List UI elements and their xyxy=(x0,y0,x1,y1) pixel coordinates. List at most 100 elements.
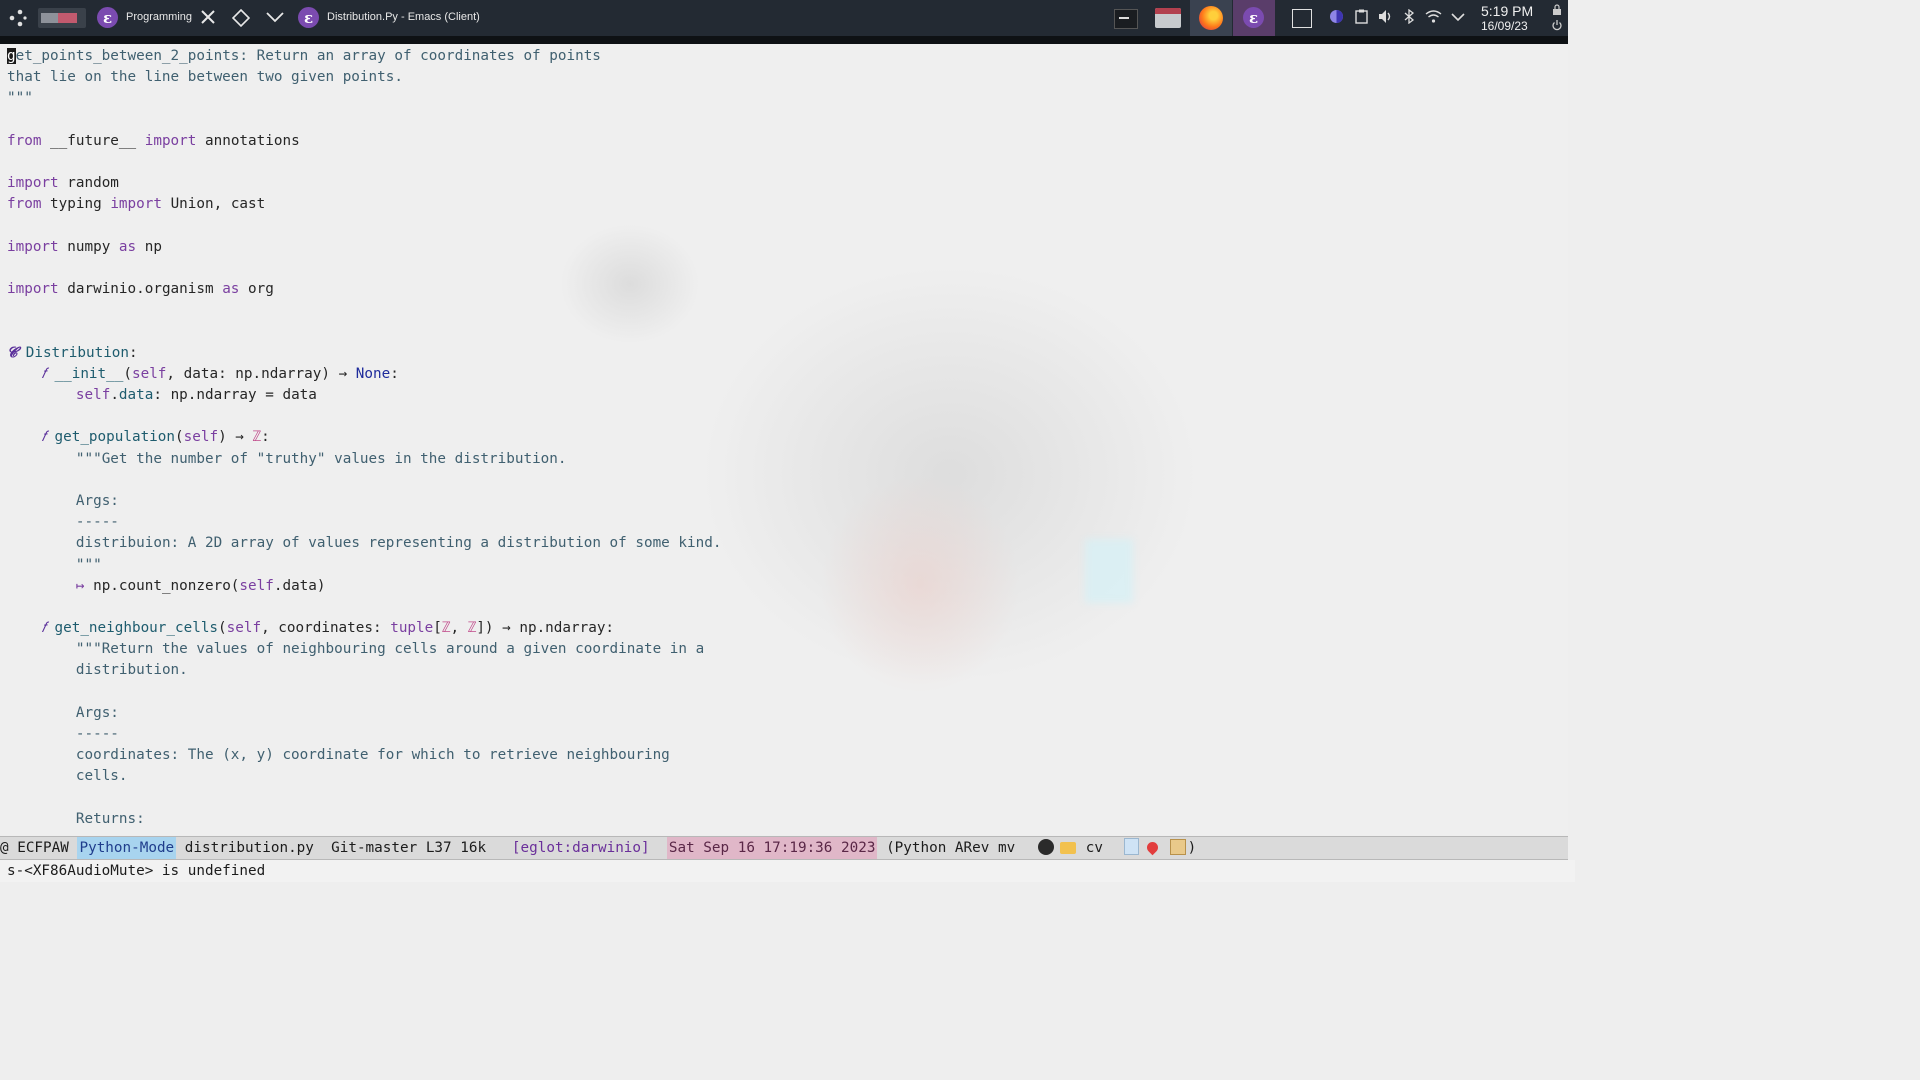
code-line[interactable] xyxy=(7,321,721,342)
code-line[interactable]: ----- xyxy=(7,512,721,533)
code-token: Union, cast xyxy=(161,196,266,213)
clock-date[interactable]: 16/09/23 xyxy=(1481,19,1528,33)
code-token: get_neighbour_cells xyxy=(54,620,219,637)
code-line[interactable]: import numpy as np xyxy=(7,237,721,258)
pager-desktop-2[interactable] xyxy=(58,13,77,23)
mode-line: @ ECFPAW Python-Mode distribution.py Git… xyxy=(0,836,1568,860)
power-icon[interactable] xyxy=(1552,19,1562,34)
show-desktop-icon[interactable] xyxy=(1292,9,1312,28)
minor-modes[interactable]: (Python ARev mv xyxy=(886,837,1015,859)
code-line[interactable]: ↦ np.count_nonzero(self.data) xyxy=(7,576,721,597)
code-line[interactable] xyxy=(7,152,721,173)
code-line[interactable] xyxy=(7,258,721,279)
code-token: cells. xyxy=(75,768,128,785)
code-line[interactable]: Returns: xyxy=(7,809,721,830)
modeline-cv: cv xyxy=(1085,840,1104,856)
code-line[interactable] xyxy=(7,216,721,237)
code-line[interactable]: coordinates: The (x, y) coordinate for w… xyxy=(7,745,721,766)
code-line[interactable]: """Get the number of "truthy" values in … xyxy=(7,449,721,470)
code-line[interactable]: self.data: np.ndarray = data xyxy=(7,385,721,406)
major-mode[interactable]: Python-Mode xyxy=(77,837,177,859)
bluetooth-icon[interactable] xyxy=(1404,8,1415,27)
code-line[interactable]: import random xyxy=(7,173,721,194)
code-line[interactable]: 𝓒 Distribution: xyxy=(7,343,721,364)
code-line[interactable] xyxy=(7,406,721,427)
code-line[interactable] xyxy=(7,682,721,703)
code-token: self xyxy=(183,429,219,446)
code-line[interactable]: distribution. xyxy=(7,660,721,681)
wifi-icon[interactable] xyxy=(1425,9,1442,27)
code-line[interactable]: 𝑓 get_neighbour_cells(self, coordinates:… xyxy=(7,618,721,639)
code-line[interactable]: 𝑓 __init__(self, data: np.ndarray) → Non… xyxy=(7,364,721,385)
workspace-label[interactable]: Programming xyxy=(126,11,192,23)
night-color-icon[interactable] xyxy=(1329,9,1344,27)
code-token: darwinio.organism xyxy=(58,281,223,298)
code-area[interactable]: get_points_between_2_points: Return an a… xyxy=(7,46,721,830)
code-token: Distribution xyxy=(25,344,130,361)
clock-time[interactable]: 5:19 PM xyxy=(1481,3,1533,19)
code-line[interactable]: cells. xyxy=(7,766,721,787)
code-token: distribution. xyxy=(75,662,188,679)
code-token: .data) xyxy=(273,577,326,594)
code-line[interactable]: from typing import Union, cast xyxy=(7,194,721,215)
code-line[interactable]: distribuion: A 2D array of values repres… xyxy=(7,533,722,554)
window-title[interactable]: Distribution.Py - Emacs (Client) xyxy=(327,11,480,23)
emacs-icon: ε xyxy=(97,7,118,28)
code-line[interactable]: from __future__ import annotations xyxy=(7,131,721,152)
buffer-size: 16k xyxy=(460,840,487,856)
code-line[interactable]: """Return the values of neighbouring cel… xyxy=(7,639,721,660)
code-token: get_population xyxy=(54,429,176,446)
code-line[interactable]: """ xyxy=(7,88,721,109)
buffer-name[interactable]: distribution.py xyxy=(185,837,314,859)
close-icon[interactable] xyxy=(200,9,216,28)
eglot-status[interactable]: [eglot:darwinio] xyxy=(512,837,650,859)
folder-icon[interactable] xyxy=(1155,8,1181,28)
terminal-icon[interactable] xyxy=(1114,9,1138,29)
code-token: self xyxy=(75,387,111,403)
code-token: ( xyxy=(175,429,184,446)
code-line[interactable]: """ xyxy=(7,555,721,576)
code-token: np xyxy=(136,238,162,255)
vc-branch[interactable]: Git-master xyxy=(331,837,417,859)
emacs-task[interactable]: ε xyxy=(1233,0,1275,36)
code-line[interactable]: Args: xyxy=(7,491,721,512)
code-token: coordinates: The (x, y) coordinate for w… xyxy=(75,747,670,764)
code-token: : np.ndarray = data xyxy=(153,387,317,403)
code-line[interactable] xyxy=(7,597,721,618)
pager-widget[interactable] xyxy=(38,8,86,28)
modeline-flags: ECFPAW xyxy=(17,840,69,856)
lock-icon[interactable] xyxy=(1552,4,1562,19)
diamond-icon[interactable] xyxy=(231,8,251,30)
code-line[interactable] xyxy=(7,110,721,131)
code-line[interactable]: get_points_between_2_points: Return an a… xyxy=(7,46,721,67)
code-token: from xyxy=(7,196,42,213)
pager-desktop-1[interactable] xyxy=(41,13,58,23)
code-token: : xyxy=(129,344,138,361)
firefox-task[interactable] xyxy=(1190,0,1232,36)
code-line[interactable] xyxy=(7,788,721,809)
code-token: distribuion: A 2D array of values repres… xyxy=(75,535,722,552)
code-line[interactable]: that lie on the line between two given p… xyxy=(7,67,721,88)
emacs-icon: ε xyxy=(1243,7,1264,28)
app-launcher-icon[interactable] xyxy=(8,9,28,30)
code-line[interactable] xyxy=(7,470,721,491)
code-token: as xyxy=(118,238,137,255)
volume-icon[interactable] xyxy=(1378,9,1393,27)
chevron-down-icon[interactable] xyxy=(266,11,284,26)
code-line[interactable]: ----- xyxy=(7,724,721,745)
code-line[interactable]: 𝑓 get_population(self) → ℤ: xyxy=(7,427,721,448)
code-line[interactable]: import darwinio.organism as org xyxy=(7,279,721,300)
tray-expand-icon[interactable] xyxy=(1451,9,1465,25)
code-line[interactable] xyxy=(7,300,721,321)
editor-buffer[interactable]: get_points_between_2_points: Return an a… xyxy=(0,44,1568,835)
clipboard-icon[interactable] xyxy=(1355,9,1368,27)
code-line[interactable]: Args: xyxy=(7,703,721,724)
